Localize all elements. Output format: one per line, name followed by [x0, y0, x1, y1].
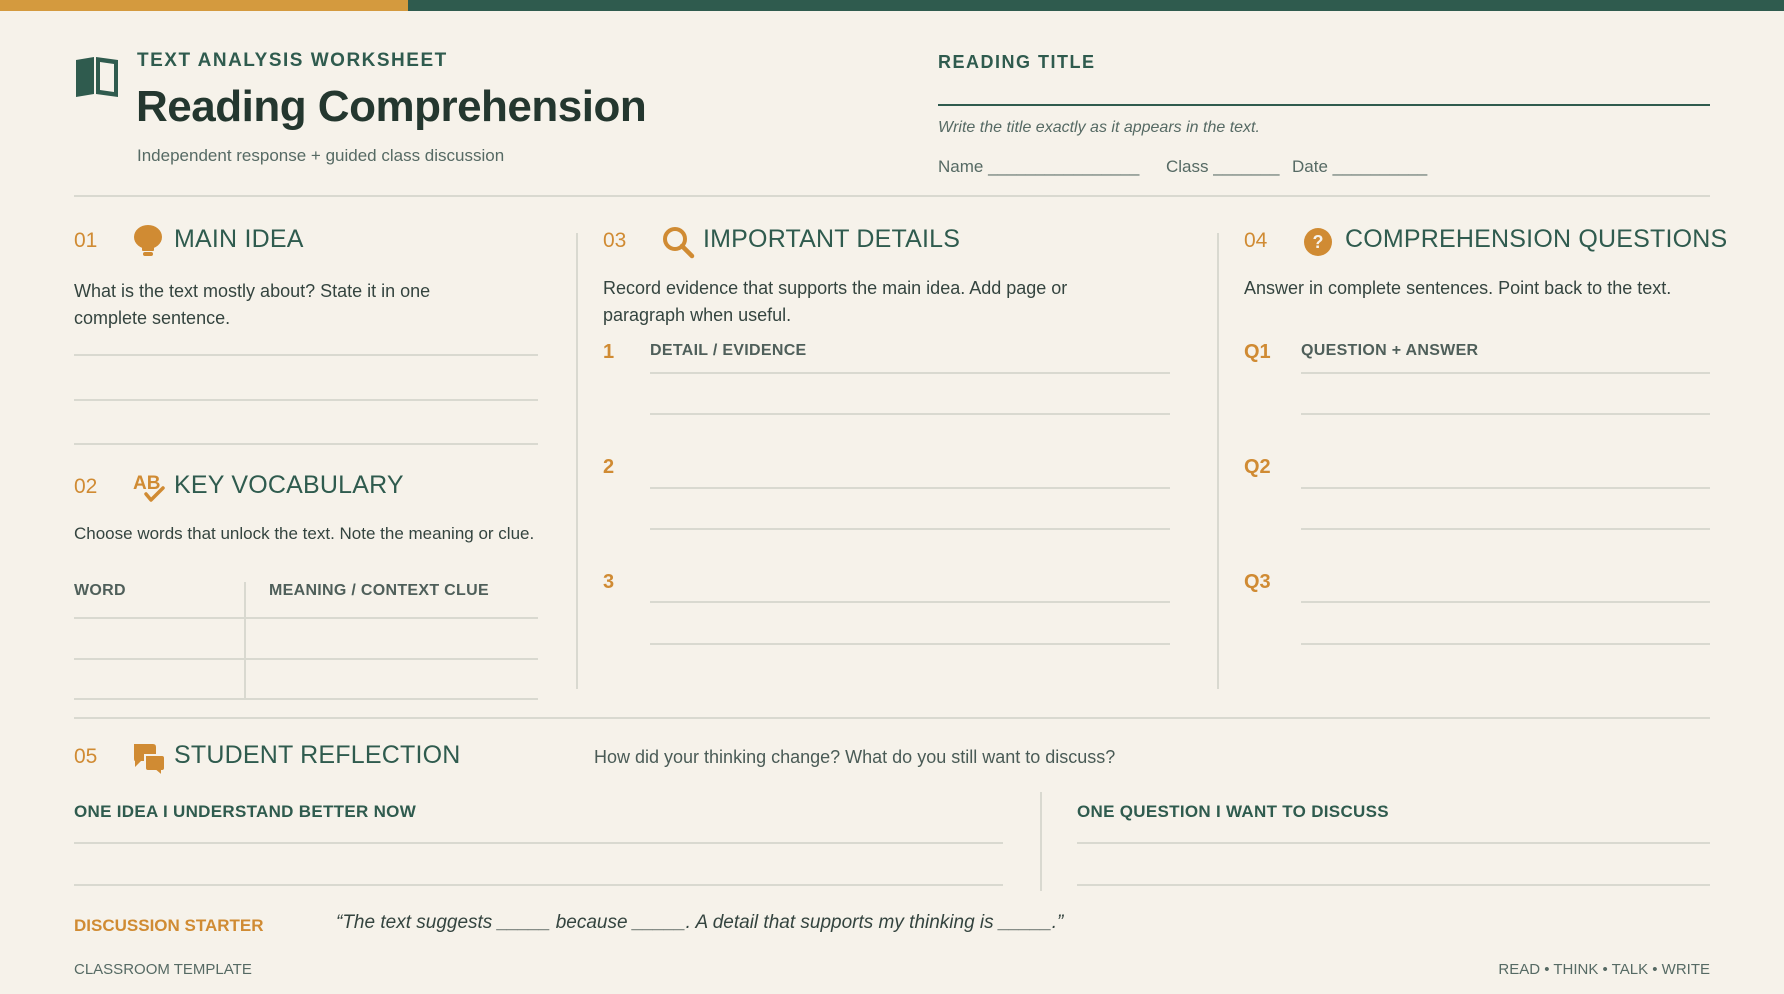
- section-description: What is the text mostly about? State it …: [74, 281, 431, 328]
- question-row-number: Q1: [1244, 341, 1271, 363]
- date-field[interactable]: Date __________: [1292, 157, 1427, 177]
- lightbulb-icon: [134, 225, 162, 256]
- vocab-row-line[interactable]: [74, 658, 538, 660]
- answer-line[interactable]: [74, 443, 538, 445]
- top-color-bar-accent: [0, 0, 408, 11]
- reflection-line[interactable]: [74, 884, 1003, 886]
- footer-label: CLASSROOM TEMPLATE: [74, 961, 252, 978]
- vocab-column-divider: [244, 582, 246, 699]
- top-color-bar: [0, 0, 1784, 11]
- section-description: Choose words that unlock the text. Note …: [74, 524, 535, 543]
- reflection-line[interactable]: [74, 842, 1003, 844]
- detail-line[interactable]: [650, 413, 1170, 415]
- section-number: 05: [74, 745, 98, 768]
- section-number: 03: [603, 229, 627, 252]
- page-title: Reading Comprehension: [136, 82, 647, 131]
- section-description: Record evidence that supports the main i…: [603, 278, 1068, 325]
- class-field[interactable]: Class _______: [1166, 157, 1279, 177]
- column-divider: [1217, 233, 1219, 689]
- question-line[interactable]: [1301, 413, 1710, 415]
- detail-line[interactable]: [650, 601, 1170, 603]
- detail-line[interactable]: [650, 372, 1170, 374]
- detail-line[interactable]: [650, 643, 1170, 645]
- question-line[interactable]: [1301, 601, 1710, 603]
- svg-text:?: ?: [1313, 232, 1324, 252]
- svg-text:AB: AB: [133, 473, 160, 494]
- section-description: Answer in complete sentences. Point back…: [1244, 278, 1672, 298]
- page-subtitle: Independent response + guided class disc…: [137, 146, 505, 165]
- detail-row-number: 2: [603, 456, 615, 478]
- chat-icon: [134, 744, 166, 777]
- detail-line[interactable]: [650, 487, 1170, 489]
- vocab-row-line[interactable]: [74, 617, 538, 619]
- question-line[interactable]: [1301, 643, 1710, 645]
- name-field[interactable]: Name ________________: [938, 157, 1139, 177]
- reflection-prompt: How did your thinking change? What do yo…: [594, 747, 1116, 767]
- section-number: 01: [74, 229, 98, 252]
- discussion-starter-text: “The text suggests _____ because _____. …: [336, 912, 1064, 933]
- section-title: STUDENT REFLECTION: [174, 741, 461, 769]
- reading-title-label: READING TITLE: [938, 52, 1096, 72]
- column-divider: [576, 233, 578, 689]
- question-line[interactable]: [1301, 528, 1710, 530]
- section-title: IMPORTANT DETAILS: [703, 225, 961, 253]
- reflection-line[interactable]: [1077, 842, 1710, 844]
- section-title: KEY VOCABULARY: [174, 471, 404, 499]
- question-icon: ?: [1304, 228, 1332, 256]
- reading-title-hint: Write the title exactly as it appears in…: [938, 119, 1260, 136]
- question-col-header: QUESTION + ANSWER: [1301, 342, 1479, 359]
- section-title: MAIN IDEA: [174, 225, 304, 253]
- reflection-divider: [1040, 792, 1042, 891]
- section-number: 02: [74, 475, 98, 498]
- vocab-row-line[interactable]: [74, 698, 538, 700]
- book-icon: [76, 57, 118, 97]
- detail-row-number: 1: [603, 341, 615, 363]
- question-line[interactable]: [1301, 372, 1710, 374]
- reflection-left-label: ONE IDEA I UNDERSTAND BETTER NOW: [74, 802, 417, 821]
- question-row-number: Q2: [1244, 456, 1271, 478]
- reflection-line[interactable]: [1077, 884, 1710, 886]
- spellcheck-icon: AB: [133, 473, 165, 502]
- question-row-number: Q3: [1244, 571, 1271, 593]
- reflection-right-label: ONE QUESTION I WANT TO DISCUSS: [1077, 802, 1389, 821]
- search-icon: [663, 227, 695, 259]
- worksheet-kicker: TEXT ANALYSIS WORKSHEET: [137, 50, 448, 71]
- footer-tagline: READ • THINK • TALK • WRITE: [1498, 961, 1710, 978]
- detail-col-header: DETAIL / EVIDENCE: [650, 342, 807, 359]
- answer-line[interactable]: [74, 399, 538, 401]
- vocab-col-meaning: MEANING / CONTEXT CLUE: [269, 582, 489, 599]
- detail-line[interactable]: [650, 528, 1170, 530]
- section-title: COMPREHENSION QUESTIONS: [1345, 225, 1728, 253]
- section-number: 04: [1244, 229, 1268, 252]
- detail-row-number: 3: [603, 571, 615, 593]
- reading-title-line[interactable]: [938, 104, 1710, 106]
- section-divider: [74, 717, 1710, 719]
- header-divider: [74, 195, 1710, 197]
- answer-line[interactable]: [74, 354, 538, 356]
- vocab-col-word: WORD: [74, 582, 126, 599]
- discussion-starter-label: DISCUSSION STARTER: [74, 916, 264, 935]
- question-line[interactable]: [1301, 487, 1710, 489]
